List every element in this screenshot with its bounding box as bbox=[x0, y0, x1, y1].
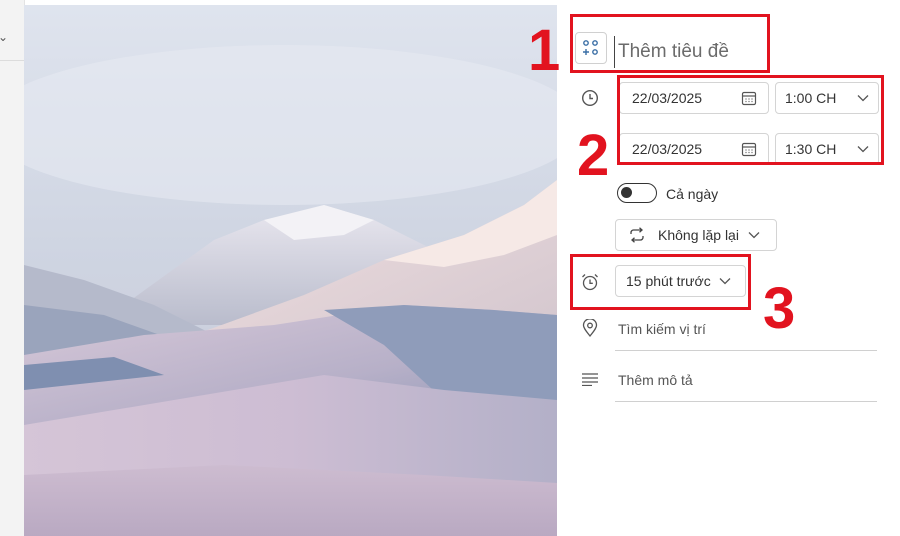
repeat-icon bbox=[627, 225, 647, 245]
left-panel-edge: ⌄ bbox=[0, 0, 25, 536]
location-search-input[interactable] bbox=[618, 319, 868, 339]
start-time-value: 1:00 CH bbox=[785, 90, 837, 106]
chevron-down-icon[interactable]: ⌄ bbox=[0, 30, 8, 44]
description-underline bbox=[615, 401, 877, 402]
event-hero-image bbox=[24, 5, 557, 536]
end-date-field[interactable]: 22/03/2025 bbox=[619, 133, 769, 165]
title-format-icon[interactable] bbox=[575, 32, 607, 64]
calendar-icon[interactable] bbox=[740, 140, 758, 158]
chevron-down-icon bbox=[856, 91, 870, 105]
event-title-input[interactable] bbox=[614, 36, 768, 68]
repeat-button[interactable]: Không lặp lại bbox=[615, 219, 777, 251]
description-input[interactable] bbox=[618, 370, 868, 390]
reminder-select[interactable]: 15 phút trước bbox=[615, 265, 746, 297]
alarm-icon bbox=[579, 271, 601, 293]
description-lines-icon bbox=[580, 369, 600, 389]
location-pin-icon bbox=[580, 318, 600, 338]
calendar-icon[interactable] bbox=[740, 89, 758, 107]
chevron-down-icon bbox=[856, 142, 870, 156]
start-time-select[interactable]: 1:00 CH bbox=[775, 82, 879, 114]
chevron-down-icon bbox=[718, 274, 732, 288]
start-date-value: 22/03/2025 bbox=[632, 90, 703, 106]
step-number-2: 2 bbox=[577, 123, 610, 188]
chevron-down-icon bbox=[747, 228, 761, 242]
repeat-label: Không lặp lại bbox=[658, 227, 739, 243]
toggle-knob bbox=[621, 187, 632, 198]
all-day-toggle[interactable] bbox=[617, 183, 657, 203]
reminder-label: 15 phút trước bbox=[626, 273, 711, 289]
end-date-value: 22/03/2025 bbox=[632, 141, 703, 157]
end-time-select[interactable]: 1:30 CH bbox=[775, 133, 879, 165]
clock-icon bbox=[580, 88, 600, 108]
step-number-3: 3 bbox=[763, 276, 796, 341]
step-number-1: 1 bbox=[528, 18, 561, 83]
location-underline bbox=[615, 350, 877, 351]
end-time-value: 1:30 CH bbox=[785, 141, 837, 157]
all-day-label: Cả ngày bbox=[666, 186, 719, 202]
start-date-field[interactable]: 22/03/2025 bbox=[619, 82, 769, 114]
divider bbox=[0, 60, 24, 61]
